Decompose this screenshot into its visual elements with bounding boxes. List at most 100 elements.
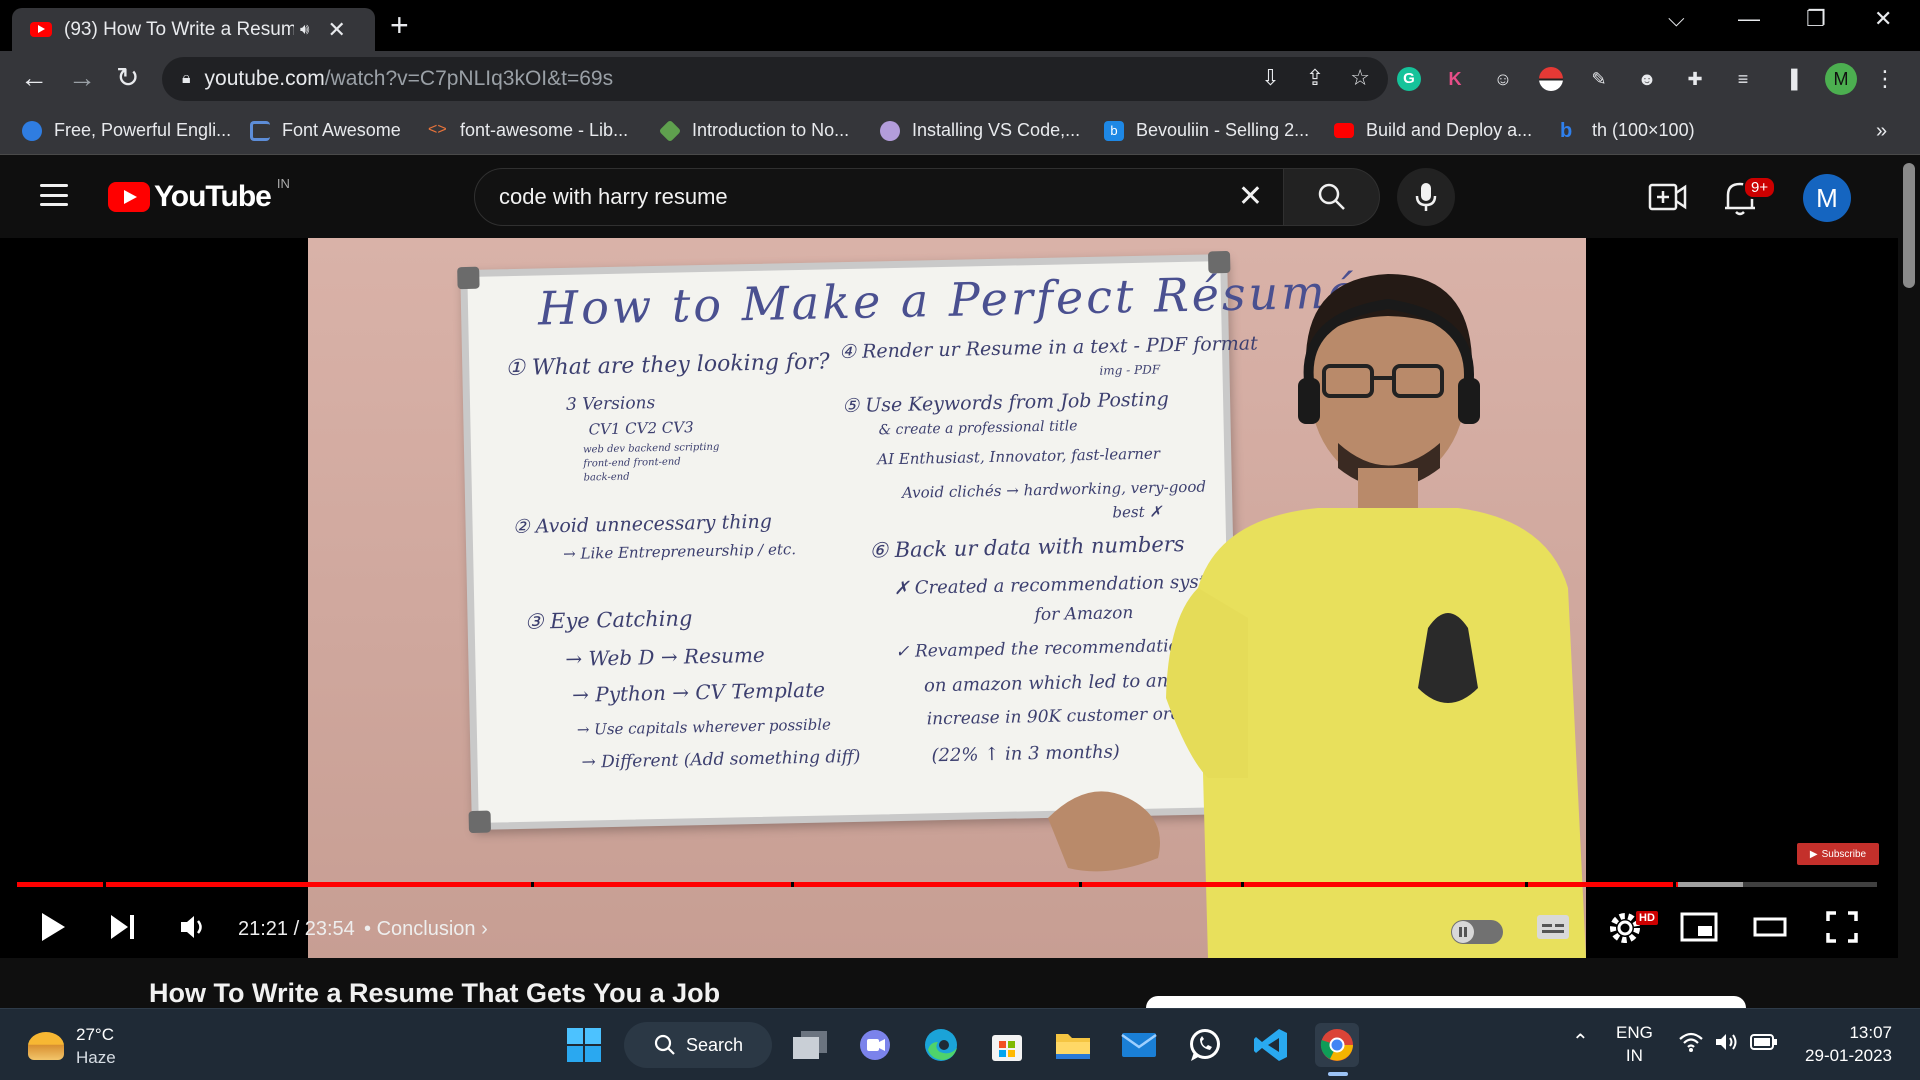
share-icon[interactable]: ⇪: [1306, 65, 1324, 91]
miniplayer-icon[interactable]: [1680, 910, 1718, 944]
microsoft-store-app[interactable]: [985, 1023, 1029, 1067]
tab-close-icon[interactable]: ✕: [327, 17, 345, 43]
chrome-app[interactable]: [1315, 1023, 1359, 1067]
bookmark-item[interactable]: b th (100×100): [1560, 120, 1695, 141]
haze-weather-icon: [28, 1032, 64, 1060]
weather-widget[interactable]: 27°C Haze: [28, 1023, 116, 1069]
audio-playing-icon[interactable]: 🔊︎: [300, 21, 309, 38]
voice-search-button[interactable]: [1397, 168, 1455, 226]
file-explorer-app[interactable]: [1051, 1023, 1095, 1067]
bookmark-item[interactable]: Introduction to No...: [658, 119, 849, 142]
whiteboard-line: back-end: [583, 471, 630, 484]
bookmark-item[interactable]: Installing VS Code,...: [880, 120, 1080, 141]
account-avatar[interactable]: M: [1803, 174, 1851, 222]
tab-title: (93) How To Write a Resume That Gets You…: [64, 18, 294, 40]
play-icon[interactable]: [38, 910, 68, 944]
mail-envelope-icon: [1121, 1033, 1157, 1057]
microphone-icon: [1415, 183, 1437, 211]
chapter-marker: [1525, 882, 1528, 887]
browser-profile-avatar[interactable]: M: [1825, 63, 1857, 95]
video-player[interactable]: How to Make a Perfect Résumé ① What are …: [0, 238, 1898, 958]
windows-logo-icon: [567, 1028, 601, 1062]
back-button[interactable]: ←: [20, 63, 48, 93]
extensions-puzzle-icon[interactable]: ✚: [1680, 64, 1710, 94]
start-button[interactable]: [562, 1023, 606, 1067]
lock-icon[interactable]: 🔒︎: [182, 70, 191, 88]
guide-menu-icon[interactable]: [40, 184, 68, 206]
temperature: 27°C: [76, 1025, 114, 1044]
chapter-marker: [531, 882, 534, 887]
clock-time: 13:07: [1849, 1023, 1892, 1042]
subscribe-watermark[interactable]: ▶ Subscribe: [1797, 843, 1879, 865]
video-camera-plus-icon: [1648, 183, 1687, 211]
chapter-marker: [1079, 882, 1082, 887]
tab-search-chevron-icon[interactable]: ⌵: [1668, 6, 1685, 32]
media-queue-icon[interactable]: ≡: [1728, 64, 1758, 94]
store-icon: [992, 1035, 1022, 1061]
whiteboard-line: front-end front-end: [583, 456, 681, 470]
bookmark-item[interactable]: Free, Powerful Engli...: [22, 120, 231, 141]
youtube-logo[interactable]: YouTube IN: [108, 176, 290, 214]
weather-condition: Haze: [76, 1048, 116, 1067]
video-title: How To Write a Resume That Gets You a Jo…: [149, 978, 721, 1008]
whatsapp-app[interactable]: [1183, 1023, 1227, 1067]
task-view-button[interactable]: [788, 1023, 832, 1067]
forward-button[interactable]: →: [68, 63, 96, 93]
restore-button[interactable]: ❐: [1806, 6, 1826, 32]
sidebar-card[interactable]: [1146, 996, 1746, 1008]
new-tab-button[interactable]: +: [390, 8, 409, 42]
clear-search-icon[interactable]: ✕: [1238, 179, 1263, 214]
system-clock[interactable]: 13:07 29-01-2023: [1800, 1021, 1892, 1067]
bookmark-item[interactable]: Font Awesome: [250, 120, 401, 141]
vscode-app[interactable]: [1249, 1023, 1293, 1067]
chapter-title-button[interactable]: • Conclusion ›: [364, 918, 488, 941]
bookmark-item[interactable]: Build and Deploy a...: [1334, 120, 1532, 141]
theater-mode-icon[interactable]: [1752, 910, 1788, 944]
video-frame[interactable]: How to Make a Perfect Résumé ① What are …: [308, 238, 1586, 958]
vscode-icon: [1254, 1029, 1287, 1061]
grammarly-extension-icon[interactable]: G: [1394, 64, 1424, 94]
minimize-button[interactable]: —: [1738, 6, 1760, 32]
search-icon: [654, 1034, 675, 1055]
battery-icon[interactable]: [1750, 1033, 1778, 1057]
country-code: IN: [276, 175, 290, 191]
teams-chat-app[interactable]: [853, 1023, 897, 1067]
bookmark-item[interactable]: <> font-awesome - Lib...: [428, 120, 628, 141]
emoji-extension-icon[interactable]: ☺: [1488, 64, 1518, 94]
search-input[interactable]: code with harry resume ✕: [474, 168, 1284, 226]
close-window-button[interactable]: ✕: [1874, 6, 1892, 32]
video-progress-bar[interactable]: [17, 882, 1877, 887]
bookmark-item[interactable]: b Bevouliin - Selling 2...: [1104, 120, 1309, 141]
face-extension-icon[interactable]: ☻: [1632, 64, 1662, 94]
language-indicator[interactable]: ENG IN: [1616, 1021, 1653, 1067]
subtitles-icon[interactable]: [1535, 910, 1571, 944]
search-button[interactable]: [1284, 168, 1380, 226]
pen-extension-icon[interactable]: ✎: [1584, 64, 1614, 94]
next-video-icon[interactable]: [108, 910, 138, 944]
scrollbar-thumb[interactable]: [1903, 163, 1915, 288]
bookmark-star-icon[interactable]: ☆: [1350, 65, 1370, 91]
k-extension-icon[interactable]: K: [1440, 64, 1470, 94]
fullscreen-icon[interactable]: [1825, 910, 1859, 944]
side-panel-icon[interactable]: ▐: [1776, 64, 1806, 94]
show-hidden-icons-chevron[interactable]: ⌃: [1572, 1031, 1589, 1054]
create-video-button[interactable]: [1648, 180, 1688, 214]
speaker-icon[interactable]: [1714, 1031, 1740, 1059]
reload-button[interactable]: ↻: [116, 63, 139, 93]
chrome-menu-icon[interactable]: ⋮: [1870, 64, 1900, 94]
install-app-icon[interactable]: ⇩: [1261, 65, 1279, 91]
whiteboard-line: CV1 CV2 CV3: [588, 418, 694, 439]
task-view-icon: [793, 1031, 827, 1059]
edge-app[interactable]: [919, 1023, 963, 1067]
wifi-icon[interactable]: [1678, 1031, 1704, 1059]
pokeball-extension-icon[interactable]: [1536, 64, 1566, 94]
time-display: 21:21 / 23:54: [238, 918, 355, 940]
taskbar-search[interactable]: Search: [624, 1022, 772, 1068]
bookmarks-overflow-button[interactable]: »: [1876, 120, 1887, 143]
volume-icon[interactable]: [178, 910, 208, 944]
tab-active[interactable]: (93) How To Write a Resume That Gets You…: [12, 8, 375, 51]
address-bar[interactable]: 🔒︎ youtube.com/watch?v=C7pNLIq3kOI&t=69s…: [162, 57, 1388, 101]
youtube-wordmark: YouTube: [154, 180, 272, 213]
mail-app[interactable]: [1117, 1023, 1161, 1067]
autoplay-toggle[interactable]: [1451, 920, 1503, 944]
